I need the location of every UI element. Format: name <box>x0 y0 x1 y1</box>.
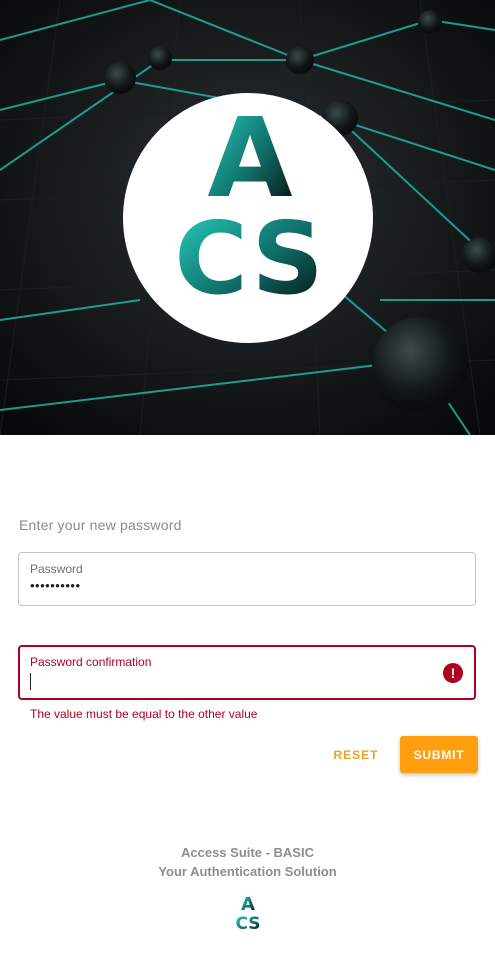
password-confirmation-label: Password confirmation <box>30 655 152 669</box>
acs-footer-logo-icon: A CS <box>235 894 260 931</box>
form-title: Enter your new password <box>19 517 182 533</box>
error-circle-icon: ! <box>443 663 463 683</box>
reset-button[interactable]: RESET <box>327 737 385 773</box>
logo-letters-cs: CS <box>174 200 325 317</box>
hero-banner: A CS <box>0 0 495 435</box>
password-input[interactable]: •••••••••• <box>30 578 81 593</box>
footer-product-name: Access Suite - BASIC <box>181 845 314 860</box>
password-label: Password <box>30 562 83 576</box>
submit-button[interactable]: SUBMIT <box>400 736 478 773</box>
acs-logo-icon: A CS <box>174 94 325 317</box>
footer-logo-letters-cs: CS <box>235 914 260 931</box>
password-confirmation-field[interactable]: Password confirmation ! <box>18 645 476 700</box>
footer-logo-letter-a: A <box>241 894 255 915</box>
error-message: The value must be equal to the other val… <box>30 707 258 721</box>
password-field[interactable]: Password •••••••••• <box>18 552 476 606</box>
text-caret <box>30 673 31 690</box>
footer-tagline: Your Authentication Solution <box>158 864 337 879</box>
acs-logo-circle: A CS <box>123 93 373 343</box>
reset-password-page: A CS Enter your new password Password ••… <box>0 0 495 957</box>
